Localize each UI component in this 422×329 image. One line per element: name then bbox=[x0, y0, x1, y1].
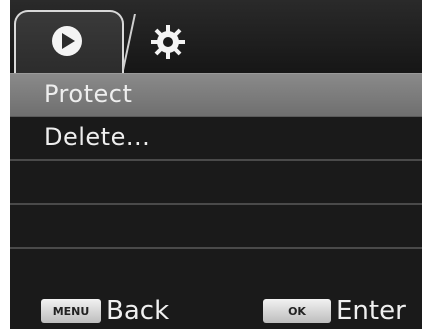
camera-screen: Protect Delete... MENU Back OK Enter bbox=[10, 0, 422, 329]
menu-item-protect[interactable]: Protect bbox=[10, 73, 422, 117]
menu-item-empty bbox=[10, 161, 422, 205]
tab-divider bbox=[122, 14, 136, 70]
menu-key-button[interactable]: MENU bbox=[41, 299, 101, 323]
menu-item-label: Delete... bbox=[44, 123, 151, 151]
play-icon bbox=[52, 26, 82, 56]
back-label: Back bbox=[106, 296, 170, 326]
ok-key-button[interactable]: OK bbox=[263, 299, 331, 323]
menu-item-delete[interactable]: Delete... bbox=[10, 117, 422, 161]
tab-bar bbox=[10, 0, 422, 73]
enter-label: Enter bbox=[336, 296, 406, 326]
footer-bar: MENU Back OK Enter bbox=[10, 291, 422, 329]
gear-icon[interactable] bbox=[148, 22, 188, 62]
menu-item-label: Protect bbox=[44, 80, 133, 108]
menu-item-empty bbox=[10, 249, 422, 293]
menu-item-empty bbox=[10, 205, 422, 249]
